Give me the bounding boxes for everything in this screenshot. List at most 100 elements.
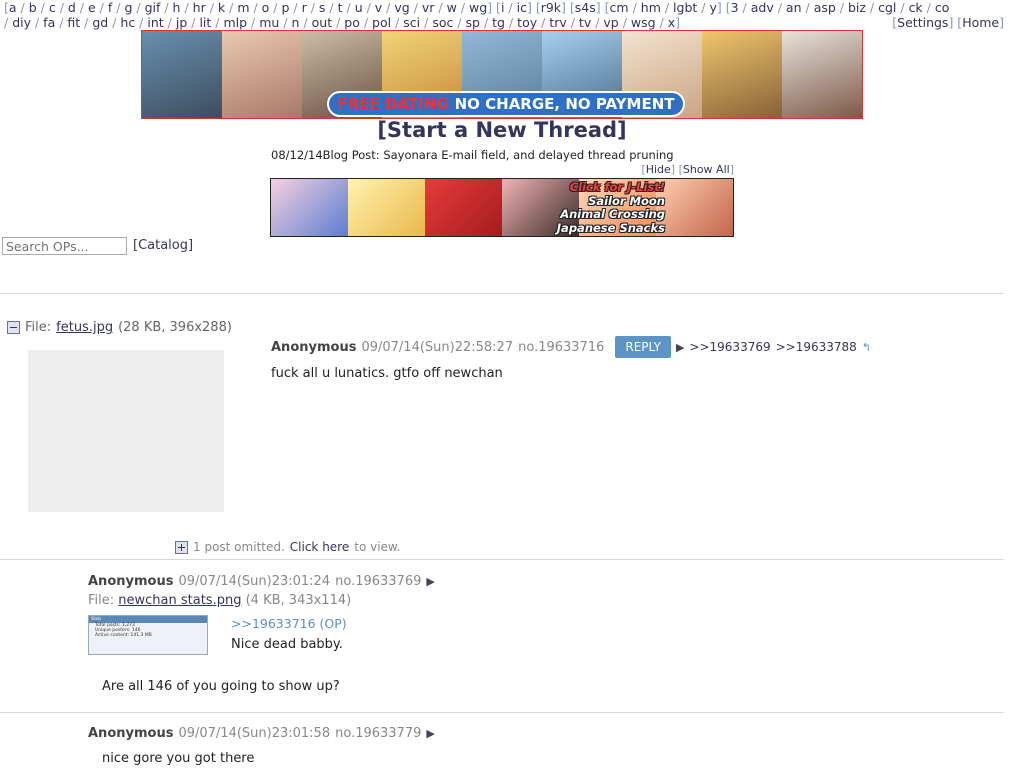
board-link-n[interactable]: n (292, 15, 300, 30)
board-link-3[interactable]: 3 (731, 0, 739, 15)
board-link-co[interactable]: co (935, 0, 950, 15)
board-link-ic[interactable]: ic (517, 0, 527, 15)
board-link-biz[interactable]: biz (848, 0, 866, 15)
reply-return-icon[interactable]: ↰ (862, 341, 871, 354)
reply-file-meta: (4 KB, 343x114) (245, 593, 352, 608)
catalog-link[interactable]: [Catalog] (133, 238, 193, 253)
board-link-o[interactable]: o (262, 0, 270, 15)
reply-image-thumbnail[interactable]: Stats Total posts: 1,273 Unique posters:… (88, 615, 208, 655)
post-menu-arrow-icon[interactable]: ▶ (676, 341, 684, 354)
start-new-thread-link[interactable]: [Start a New Thread] (0, 118, 1004, 142)
board-link-sp[interactable]: sp (466, 15, 480, 30)
board-link-mlp[interactable]: mlp (223, 15, 247, 30)
board-link-tv[interactable]: tv (579, 15, 591, 30)
board-link-mu[interactable]: mu (259, 15, 279, 30)
reply-file-link[interactable]: newchan stats.png (118, 593, 241, 608)
thumb-line: Active content: 141.3 MB (95, 633, 152, 638)
board-link-cgl[interactable]: cgl (878, 0, 896, 15)
expand-icon[interactable] (175, 540, 188, 554)
board-link-cm[interactable]: cm (610, 0, 629, 15)
board-link-e[interactable]: e (88, 0, 96, 15)
backlink[interactable]: >>19633769 (689, 340, 770, 354)
board-link-diy[interactable]: diy (12, 15, 31, 30)
board-link-vp[interactable]: vp (603, 15, 618, 30)
board-link-vr[interactable]: vr (422, 0, 435, 15)
board-link-asp[interactable]: asp (814, 0, 836, 15)
ad-art (425, 179, 502, 236)
board-link-x[interactable]: x (668, 15, 675, 30)
op-image[interactable] (10, 340, 242, 522)
board-link-hm[interactable]: hm (641, 0, 661, 15)
board-link-wsg[interactable]: wsg (631, 15, 656, 30)
board-link-h[interactable]: h (173, 0, 181, 15)
board-link-d[interactable]: d (68, 0, 76, 15)
board-link-jp[interactable]: jp (176, 15, 187, 30)
board-link-sci[interactable]: sci (403, 15, 420, 30)
reply-button[interactable]: REPLY (615, 336, 671, 358)
click-here-link[interactable]: Click here (290, 540, 349, 554)
board-link-pol[interactable]: pol (372, 15, 391, 30)
post-number[interactable]: no.19633716 (518, 340, 604, 355)
board-link-g[interactable]: g (124, 0, 132, 15)
board-link-r[interactable]: r (302, 0, 307, 15)
reply-file-info: File: newchan stats.png (4 KB, 343x114) (88, 593, 351, 608)
quote-link[interactable]: >>19633716 (OP) (231, 616, 347, 631)
board-link-vg[interactable]: vg (394, 0, 409, 15)
post-menu-arrow-icon[interactable]: ▶ (426, 575, 434, 588)
board-link-fit[interactable]: fit (67, 15, 80, 30)
board-link-c[interactable]: c (49, 0, 56, 15)
reply-post-header: Anonymous 09/07/14(Sun)23:01:24 no.19633… (88, 574, 435, 589)
hide-thread-icon[interactable] (7, 321, 20, 334)
board-link-lit[interactable]: lit (199, 15, 211, 30)
board-link-i[interactable]: i (501, 0, 504, 15)
board-link-y[interactable]: y (709, 0, 716, 15)
op-file-meta: (28 KB, 396x288) (118, 320, 232, 335)
board-link-toy[interactable]: toy (517, 15, 537, 30)
board-link-soc[interactable]: soc (432, 15, 453, 30)
backlink[interactable]: >>19633788 (776, 340, 857, 354)
board-link-an[interactable]: an (786, 0, 802, 15)
board-link-hc[interactable]: hc (120, 15, 135, 30)
board-link-wg[interactable]: wg (469, 0, 487, 15)
search-ops-input[interactable] (2, 237, 127, 255)
board-link-trv[interactable]: trv (549, 15, 566, 30)
board-link-po[interactable]: po (344, 15, 360, 30)
board-link-k[interactable]: k (218, 0, 225, 15)
board-link-s4s[interactable]: s4s (575, 0, 596, 15)
post-menu-arrow-icon[interactable]: ▶ (426, 727, 434, 740)
post-number[interactable]: no.19633769 (335, 574, 421, 589)
board-link-u[interactable]: u (355, 0, 363, 15)
board-link-lgbt[interactable]: lgbt (673, 0, 697, 15)
op-file-link[interactable]: fetus.jpg (56, 320, 113, 335)
board-link-fa[interactable]: fa (43, 15, 55, 30)
board-link-m[interactable]: m (237, 0, 249, 15)
board-link-t[interactable]: t (338, 0, 343, 15)
board-link-ck[interactable]: ck (909, 0, 923, 15)
board-link-adv[interactable]: adv (751, 0, 774, 15)
ad-cta: Click for J-List! (569, 180, 665, 194)
board-link-s[interactable]: s (319, 0, 326, 15)
settings-link[interactable]: Settings (897, 15, 948, 30)
board-link-gif[interactable]: gif (145, 0, 161, 15)
ad-line: Animal Crossing (560, 207, 665, 221)
board-link-p[interactable]: p (282, 0, 290, 15)
board-link-tg[interactable]: tg (492, 15, 505, 30)
blog-post-announcement[interactable]: 08/12/14Blog Post: Sayonara E-mail field… (271, 148, 674, 162)
board-link-r9k[interactable]: r9k (541, 0, 561, 15)
jlist-banner-ad[interactable]: Click for J-List! Sailor Moon Animal Cro… (270, 178, 734, 237)
post-datetime: 09/07/14(Sun)23:01:58 (178, 726, 331, 741)
board-link-hr[interactable]: hr (193, 0, 206, 15)
board-link-w[interactable]: w (447, 0, 457, 15)
board-link-gd[interactable]: gd (92, 15, 108, 30)
dating-banner-ad[interactable]: FREE DATING NO CHARGE, NO PAYMENT (141, 30, 863, 119)
board-link-a[interactable]: a (9, 0, 17, 15)
home-link[interactable]: Home (962, 15, 999, 30)
board-link-out[interactable]: out (312, 15, 332, 30)
post-number[interactable]: no.19633779 (335, 726, 421, 741)
board-link-int[interactable]: int (147, 15, 163, 30)
hide-link[interactable]: Hide (646, 163, 671, 176)
board-link-v[interactable]: v (375, 0, 382, 15)
show-all-link[interactable]: Show All (683, 163, 730, 176)
board-link-f[interactable]: f (108, 0, 112, 15)
board-link-b[interactable]: b (29, 0, 37, 15)
